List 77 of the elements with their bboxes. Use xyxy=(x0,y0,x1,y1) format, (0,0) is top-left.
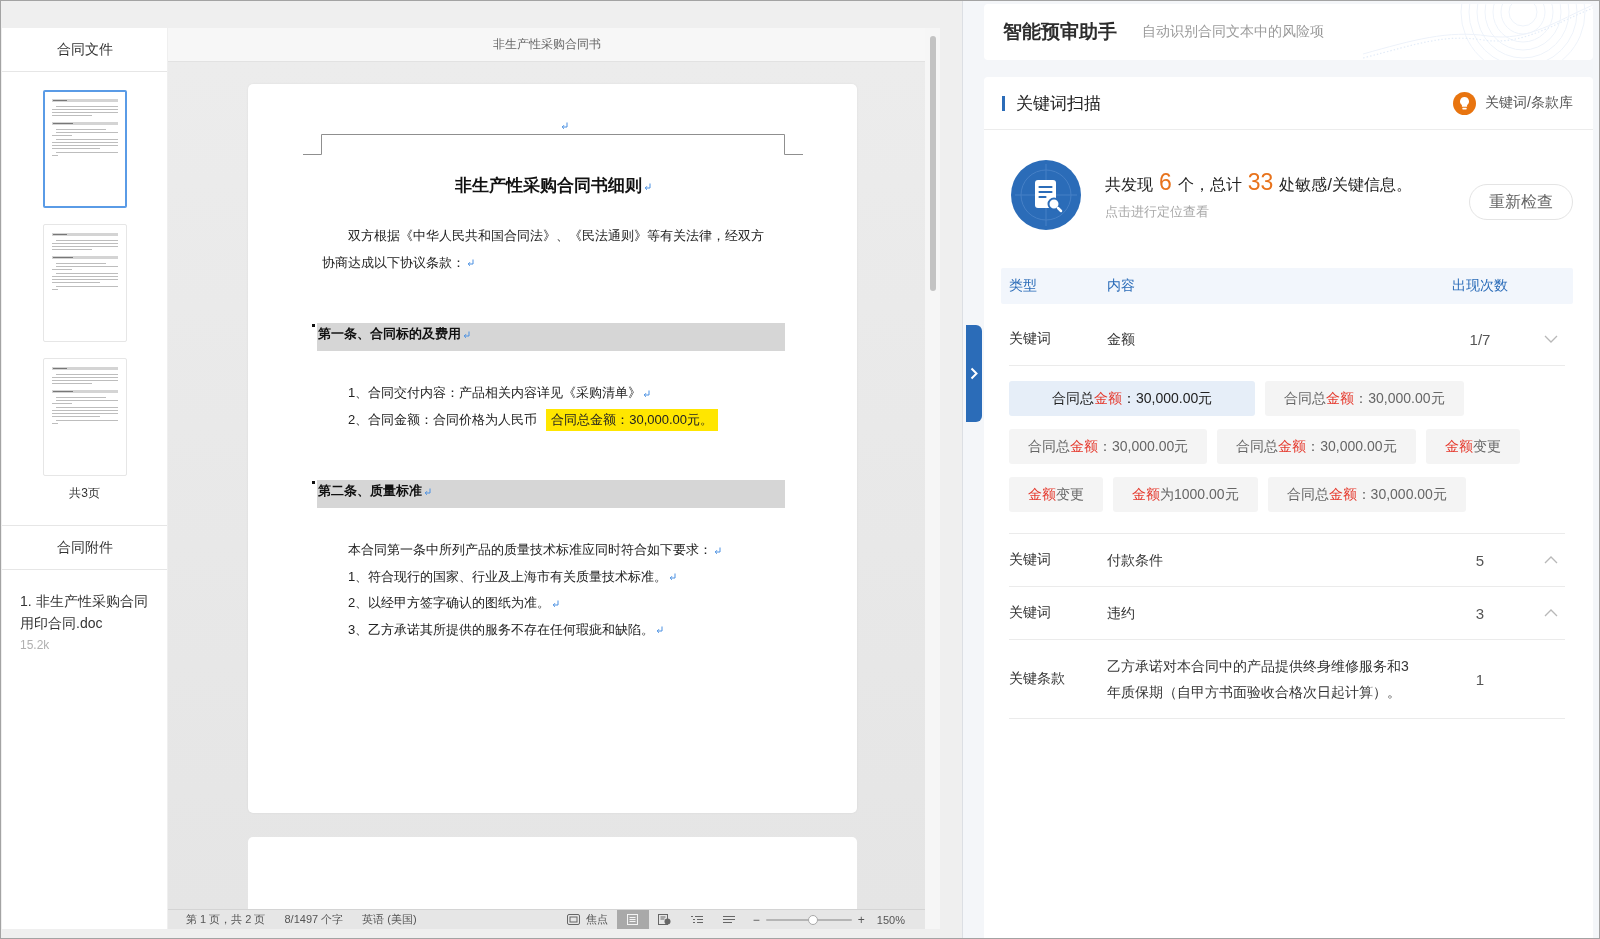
zoom-in-button[interactable]: + xyxy=(857,912,865,927)
anchor-square-icon xyxy=(312,481,315,484)
file-size: 15.2k xyxy=(20,638,50,652)
page-preview-drawing xyxy=(51,367,118,424)
paragraph-text: 2、以经甲方签字确认的图纸为准。 xyxy=(348,595,551,610)
page-lines-icon xyxy=(627,914,639,925)
match-chip[interactable]: 合同总金额：30,000.00元 xyxy=(1217,429,1416,464)
recheck-button[interactable]: 重新检查 xyxy=(1469,184,1573,220)
document-search-icon xyxy=(1011,160,1081,230)
text-lines-icon xyxy=(722,914,735,925)
page-info: 第 1 页，共 2 页 xyxy=(186,912,266,927)
page-preview-drawing xyxy=(51,99,118,156)
hint-text: 点击进行定位查看 xyxy=(1105,204,1209,219)
panel-title: 智能预审助手 xyxy=(1003,20,1117,44)
chevron-up-icon[interactable] xyxy=(1544,609,1558,617)
focus-frame-icon xyxy=(566,914,580,925)
content-cell-text: 违约 xyxy=(1107,604,1135,623)
outline-list-icon xyxy=(690,914,703,925)
view-mode-button[interactable] xyxy=(616,910,649,929)
page-thumbnail[interactable] xyxy=(42,90,127,208)
lightbulb-icon xyxy=(1453,91,1477,115)
type-cell: 关键条款 xyxy=(1009,670,1065,688)
paragraph-text: 本合同第一条中所列产品的质量技术标准应同时符合如下要求： xyxy=(348,542,712,557)
paragraph-text: 3、乙方承诺其所提供的服务不存在任何瑕疵和缺陷。 xyxy=(348,621,655,637)
title-accent-bar xyxy=(1002,95,1005,111)
collapse-panel-button[interactable] xyxy=(966,325,982,422)
language: 英语 (美国) xyxy=(362,912,417,927)
type-cell: 关键词 xyxy=(1009,330,1051,348)
scan-title: 关键词扫描 xyxy=(1016,92,1101,115)
type-cell: 关键词 xyxy=(1009,604,1051,622)
section-heading: 第一条、合同标的及费用 xyxy=(318,326,461,341)
paragraph-text: 双方根据《中华人民共和国合同法》、《民法通则》等有关法律，经双方协商达成以下协议条款： xyxy=(322,228,764,270)
highlighted-match: 合同总金额：30,000.00元。 xyxy=(546,409,719,432)
anchor-square-icon xyxy=(312,324,315,327)
match-chip[interactable]: 金额变更 xyxy=(1425,429,1520,464)
page-count: 共3页 xyxy=(69,486,100,500)
column-header: 内容 xyxy=(1107,277,1136,295)
section-title: 合同附件 xyxy=(56,538,113,557)
content-cell-text: 乙方承诺对本合同中的产品提供终身维修服务和3年质保期（自甲方书面验收合格次日起计算）。 xyxy=(1107,657,1410,702)
paragraph-text: 1、符合现行的国家、行业及上海市有关质量技术标准。 xyxy=(348,568,668,584)
content-cell-text: 付款条件 xyxy=(1107,551,1163,570)
paragraph-text: 1、合同交付内容：产品相关内容详见《采购清单》 xyxy=(348,385,642,400)
section-title: 合同文件 xyxy=(56,40,113,59)
match-chip[interactable]: 金额变更 xyxy=(1009,477,1103,512)
file-link[interactable]: 1. 非生产性采购合同用印合同.doc xyxy=(20,590,152,634)
match-chip[interactable]: 合同总金额：30,000.00元 xyxy=(1265,381,1464,416)
paragraph-text: 2、合同金额：合同价格为人民币 xyxy=(348,411,538,427)
match-chip[interactable]: 合同总金额：30,000.00元 xyxy=(1267,477,1466,512)
document-name: 非生产性采购合同书 xyxy=(492,36,601,53)
chevron-up-icon[interactable] xyxy=(1544,556,1558,564)
count-cell: 5 xyxy=(1475,551,1485,569)
match-chip[interactable]: 合同总金额：30,000.00元 xyxy=(1009,381,1256,416)
summary-text: 共发现 6 个，总计 33 处敏感/关键信息。 xyxy=(1105,169,1413,197)
content-cell-text: 金额 xyxy=(1107,330,1135,349)
match-chip[interactable]: 金额为1000.00元 xyxy=(1113,477,1258,512)
document-title: 非生产性采购合同书细则 xyxy=(454,176,642,195)
keyword-library-link[interactable]: 关键词/条款库 xyxy=(1453,91,1573,115)
count-cell: 1 xyxy=(1475,670,1485,688)
match-chip[interactable]: 合同总金额：30,000.00元 xyxy=(1009,429,1208,464)
scrollbar[interactable] xyxy=(930,36,936,291)
zoom-slider[interactable] xyxy=(765,914,852,925)
slider-thumb[interactable] xyxy=(808,914,819,925)
count-cell: 3 xyxy=(1475,604,1485,622)
panel-subtitle: 自动识别合同文本中的风险项 xyxy=(1142,23,1324,41)
page-globe-icon xyxy=(658,914,672,925)
section-heading: 第二条、质量标准 xyxy=(318,483,422,498)
chevron-right-icon xyxy=(970,367,978,380)
page-preview-drawing xyxy=(51,233,118,290)
chevron-down-icon[interactable] xyxy=(1544,335,1558,343)
column-header: 出现次数 xyxy=(1452,277,1508,295)
type-cell: 关键词 xyxy=(1009,551,1051,569)
focus-button[interactable]: 焦点 xyxy=(566,912,608,927)
count-cell: 1/7 xyxy=(1469,330,1491,348)
zoom-level: 150% xyxy=(876,913,905,926)
zoom-out-button[interactable]: − xyxy=(752,912,760,927)
word-count: 8/1497 个字 xyxy=(284,912,344,927)
column-header: 类型 xyxy=(1009,277,1038,295)
